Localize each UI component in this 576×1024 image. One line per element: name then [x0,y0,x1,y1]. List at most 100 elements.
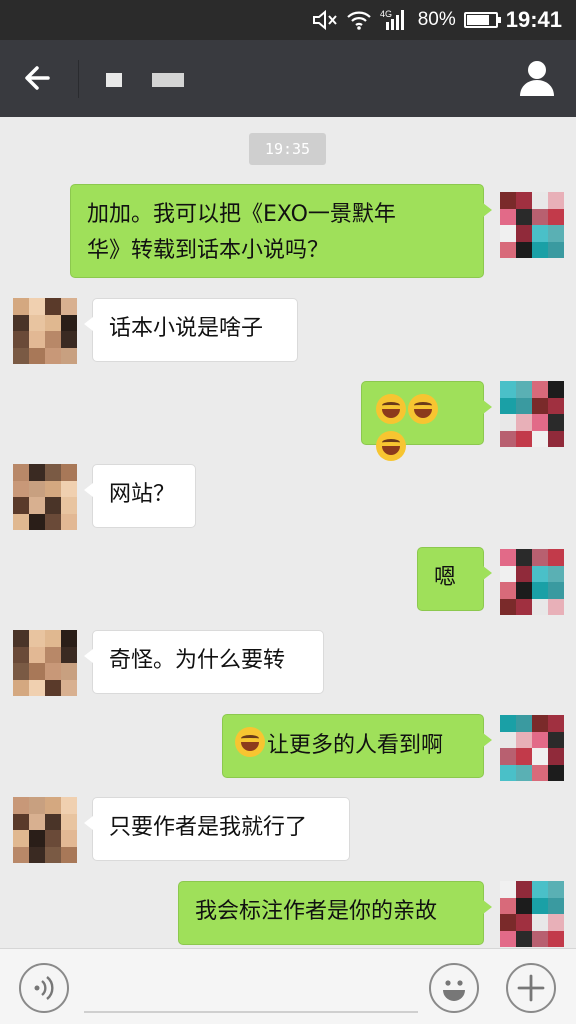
avatar-mosaic-cell [516,397,532,414]
avatar-mosaic-cell [13,464,29,481]
message-bubble-outgoing[interactable]: 嗯 [417,547,492,611]
avatar-mosaic-cell [29,347,45,364]
avatar[interactable] [500,192,564,258]
4g-signal-icon: 4G [380,9,404,30]
avatar-mosaic-cell [548,208,564,225]
status-time: 19:41 [505,7,562,32]
avatar-mosaic-cell [500,208,516,225]
avatar-mosaic-cell [500,881,516,898]
message-bubble-incoming[interactable]: 只要作者是我就行了 [84,797,350,861]
avatar-mosaic-cell [13,813,29,830]
avatar-mosaic-cell [45,314,61,331]
avatar-mosaic-cell [29,298,45,315]
chat-area[interactable]: 19:35 加加。我可以把《EXO一景默年 华》转载到话本小说吗？ 话本小说是啥… [0,117,576,948]
message-text: 让更多的人看到啊 [267,733,444,758]
avatar-mosaic-cell [45,331,61,348]
message-bubble-outgoing[interactable]: 加加。我可以把《EXO一景默年 华》转载到话本小说吗？ [70,184,492,278]
avatar-mosaic-cell [532,598,548,615]
avatar-mosaic-cell [500,598,516,615]
joy-emoji-icon [376,394,406,424]
avatar-mosaic-cell [532,764,548,781]
avatar-mosaic-cell [29,679,45,696]
avatar-mosaic-cell [548,414,564,431]
avatar-mosaic-cell [516,748,532,765]
avatar-mosaic-cell [532,930,548,947]
message-timestamp: 19:35 [249,133,326,165]
avatar-mosaic-cell [500,381,516,398]
avatar-mosaic-cell [61,497,77,514]
avatar-mosaic-cell [500,897,516,914]
svg-text:4G: 4G [380,9,392,19]
message-bubble-outgoing[interactable]: 让更多的人看到啊 [222,714,492,778]
message-bubble-incoming[interactable]: 网站？ [84,464,196,528]
avatar-mosaic-cell [45,497,61,514]
avatar-mosaic-cell [13,314,29,331]
avatar-mosaic-cell [500,715,516,732]
avatar-mosaic-cell [516,897,532,914]
avatar-mosaic-cell [532,241,548,258]
avatar-mosaic-cell [61,646,77,663]
input-bar [0,948,576,1024]
message-bubble-incoming[interactable]: 话本小说是啥子 [84,298,298,362]
avatar-mosaic-cell [61,347,77,364]
avatar-mosaic-cell [45,679,61,696]
avatar[interactable] [13,464,77,530]
avatar-mosaic-cell [29,480,45,497]
avatar-mosaic-cell [548,549,564,566]
avatar[interactable] [500,549,564,615]
avatar-mosaic-cell [532,192,548,209]
message-bubble-incoming[interactable]: 奇怪。为什么要转 [84,630,324,694]
voice-button[interactable] [19,963,69,1013]
avatar[interactable] [500,381,564,447]
avatar-mosaic-cell [548,930,564,947]
avatar[interactable] [500,715,564,781]
avatar-mosaic-cell [45,846,61,863]
avatar-mosaic-cell [61,480,77,497]
status-bar: 4G 80% 19:41 [0,0,576,40]
avatar-mosaic-cell [13,298,29,315]
avatar-mosaic-cell [29,314,45,331]
avatar-mosaic-cell [13,830,29,847]
avatar[interactable] [13,797,77,863]
avatar-mosaic-cell [548,192,564,209]
avatar-mosaic-cell [29,513,45,530]
avatar-mosaic-cell [548,731,564,748]
avatar-mosaic-cell [45,813,61,830]
avatar-mosaic-cell [29,846,45,863]
message-bubble-outgoing[interactable]: 我会标注作者是你的亲故 [178,881,492,945]
avatar-mosaic-cell [500,731,516,748]
avatar-mosaic-cell [516,430,532,447]
avatar-mosaic-cell [548,598,564,615]
emoji-button[interactable] [429,963,479,1013]
avatar-mosaic-cell [13,663,29,680]
message-bubble-outgoing[interactable] [361,381,492,461]
arrow-left-icon[interactable] [18,58,58,98]
avatar-mosaic-cell [13,846,29,863]
avatar-mosaic-cell [532,430,548,447]
avatar-mosaic-cell [45,646,61,663]
avatar-mosaic-cell [516,582,532,599]
avatar-mosaic-cell [500,930,516,947]
more-button[interactable] [506,963,556,1013]
message-text: 话本小说是啥子 [109,316,264,341]
avatar-mosaic-cell [516,381,532,398]
avatar-mosaic-cell [29,331,45,348]
avatar-mosaic-cell [61,298,77,315]
message-input[interactable] [84,963,418,1013]
avatar-mosaic-cell [532,381,548,398]
avatar-mosaic-cell [548,715,564,732]
joy-emoji-icon [235,727,265,757]
avatar-mosaic-cell [532,748,548,765]
person-icon[interactable] [518,58,556,98]
message-text: 嗯 [434,565,457,590]
avatar[interactable] [13,630,77,696]
avatar[interactable] [500,881,564,947]
wifi-icon [346,11,371,30]
avatar-mosaic-cell [13,679,29,696]
avatar-mosaic-cell [13,331,29,348]
avatar-mosaic-cell [29,630,45,647]
avatar-mosaic-cell [500,192,516,209]
avatar-mosaic-cell [29,464,45,481]
avatar[interactable] [13,298,77,364]
avatar-mosaic-cell [516,731,532,748]
